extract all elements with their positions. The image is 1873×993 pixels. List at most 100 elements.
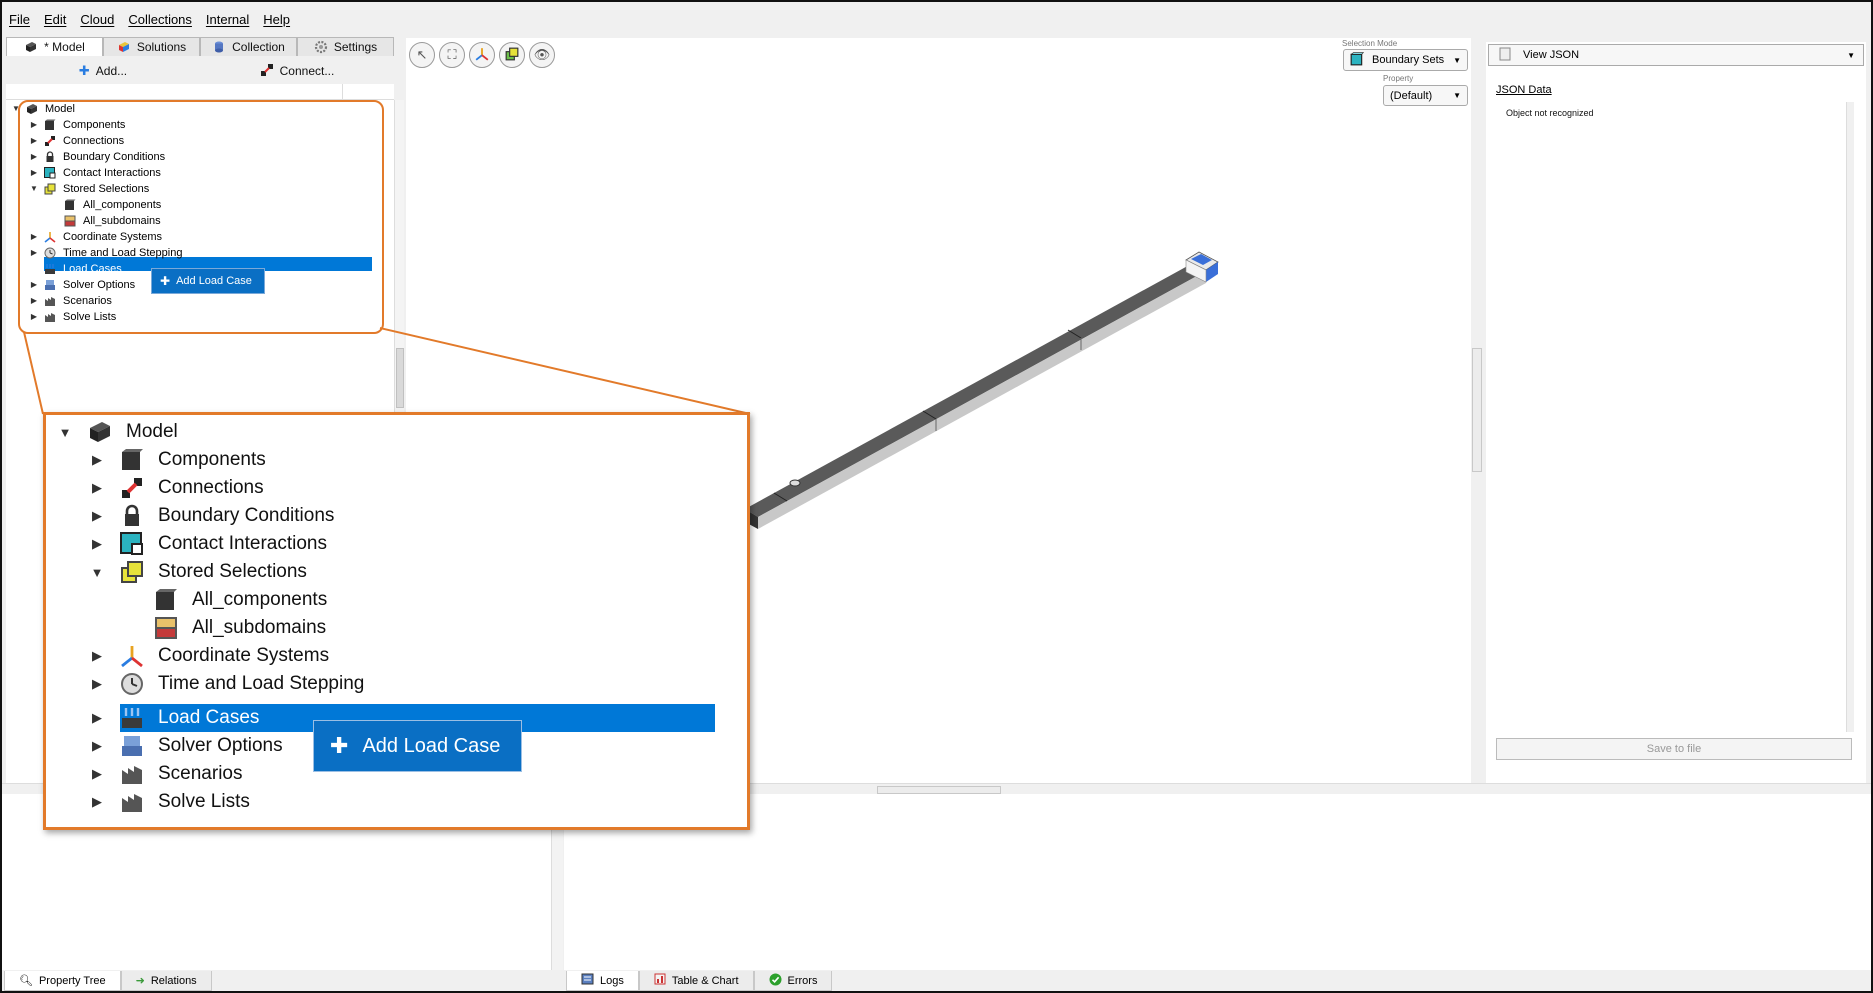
axes-view-button[interactable] [469, 42, 495, 68]
zoom-tree-row-stored-selections[interactable]: ▼ Stored Selections [90, 558, 307, 586]
collapsed-arrow-icon: ▶ [92, 676, 102, 691]
solver-options-icon [120, 734, 144, 758]
app-window: File Edit Cloud Collections Internal Hel… [0, 0, 1873, 993]
save-to-file-button[interactable]: Save to file [1496, 738, 1852, 760]
json-data-view[interactable] [1496, 102, 1846, 732]
zoom-tree-row-solver-options[interactable]: ▶ Solver Options [90, 732, 283, 760]
selection-mode-label: Selection Mode [1342, 39, 1398, 48]
json-scrollbar[interactable] [1846, 102, 1854, 732]
tab-relations[interactable]: ➜ Relations [120, 971, 212, 991]
fit-view-icon: ⛶ [447, 47, 457, 62]
zoom-tree-row-boundary-conditions[interactable]: ▶ Boundary Conditions [90, 502, 334, 530]
zoom-tree-row-model[interactable]: ▼ Model [58, 418, 178, 446]
cross-cursor-icon: ✚ [330, 733, 349, 758]
tab-model[interactable]: * Model [6, 37, 103, 56]
logs-panel [564, 794, 1871, 970]
tab-settings[interactable]: Settings [297, 37, 394, 56]
subdomains-icon [154, 616, 178, 640]
collapsed-arrow-icon: ▶ [92, 766, 102, 781]
components-icon [120, 448, 144, 472]
collapsed-arrow-icon: ▶ [92, 738, 102, 753]
collapsed-arrow-icon: ▶ [92, 508, 102, 523]
menu-edit[interactable]: Edit [44, 12, 66, 34]
tab-logs[interactable]: Logs [566, 971, 639, 991]
zoom-context-menu-add-load-case[interactable]: ✚ Add Load Case [313, 720, 522, 772]
collection-icon [212, 40, 226, 54]
tab-collection[interactable]: Collection [200, 37, 297, 56]
zoom-tree-row-coordinate-systems[interactable]: ▶ Coordinate Systems [90, 642, 329, 670]
zoom-tree-row-all-components[interactable]: All_components [154, 586, 327, 614]
viewport-toolbar: ↖ ⛶ 👁 [409, 42, 555, 68]
view-json-dropdown[interactable]: View JSON ▼ [1488, 44, 1864, 66]
chevron-down-icon: ▼ [1847, 50, 1855, 60]
bottom-left-tabs: 🔍︎ Property Tree ➜ Relations [4, 971, 212, 991]
json-message: Object not recognized [1506, 108, 1594, 118]
zoom-tree-row-load-cases[interactable]: ▶ Load Cases [90, 704, 259, 732]
check-circle-icon [769, 973, 782, 989]
connect-icon [260, 63, 274, 80]
plus-icon: ✚ [78, 63, 90, 78]
coordinate-axes-icon [475, 47, 489, 64]
lock-icon [120, 504, 144, 528]
callout-highlight-box [18, 100, 384, 334]
logs-icon [581, 973, 594, 988]
load-cases-icon [120, 706, 144, 730]
model-icon [24, 40, 38, 54]
chevron-down-icon: ▼ [1453, 55, 1461, 65]
model-icon [88, 420, 112, 444]
arrow-right-icon: ➜ [135, 975, 145, 987]
gear-icon [314, 40, 328, 54]
connections-icon [120, 476, 144, 500]
components-icon [154, 588, 178, 612]
zoom-tree-row-components[interactable]: ▶ Components [90, 446, 266, 474]
contact-interactions-icon [120, 532, 144, 556]
tab-errors[interactable]: Errors [753, 971, 833, 991]
layers-button[interactable] [499, 42, 525, 68]
add-button[interactable]: ✚ Add... [6, 60, 200, 82]
visibility-button[interactable]: 👁 [529, 42, 555, 68]
menu-internal[interactable]: Internal [206, 12, 249, 34]
stored-selections-icon [120, 560, 144, 584]
tab-table-chart[interactable]: Table & Chart [638, 971, 754, 991]
tab-solutions[interactable]: Solutions [103, 37, 200, 56]
expanded-arrow-icon: ▼ [90, 564, 104, 580]
menu-cloud[interactable]: Cloud [80, 12, 114, 34]
fit-view-button[interactable]: ⛶ [439, 42, 465, 68]
pointer-icon: ↖ [416, 47, 428, 62]
eye-icon: 👁 [533, 47, 551, 62]
zoom-tree-row-scenarios[interactable]: ▶ Scenarios [90, 760, 243, 788]
menu-bar: File Edit Cloud Collections Internal Hel… [2, 12, 290, 34]
collapsed-arrow-icon: ▶ [92, 480, 102, 495]
zoom-tree-row-all-subdomains[interactable]: All_subdomains [154, 614, 326, 642]
collapsed-arrow-icon: ▶ [92, 710, 102, 725]
tree-actions: ✚ Add... Connect... [6, 60, 394, 82]
chevron-down-icon: ▼ [1453, 91, 1461, 100]
menu-collections[interactable]: Collections [128, 12, 192, 34]
layers-icon [505, 47, 519, 64]
boundary-sets-icon [1350, 51, 1365, 69]
document-icon [1499, 47, 1511, 64]
clock-icon [120, 672, 144, 696]
menu-help[interactable]: Help [263, 12, 290, 34]
zoom-tree-row-solve-lists[interactable]: ▶ Solve Lists [90, 788, 250, 816]
selection-mode-dropdown[interactable]: Boundary Sets ▼ [1343, 49, 1468, 71]
zoom-tree-row-time-load-stepping[interactable]: ▶ Time and Load Stepping [90, 670, 364, 698]
collapsed-arrow-icon: ▶ [92, 794, 102, 809]
property-dropdown[interactable]: (Default) ▼ [1383, 85, 1468, 106]
vertical-splitter[interactable] [1471, 38, 1483, 783]
zoomed-tree-callout: ▼ Model ▶ Components ▶ Connections ▶ Bou… [43, 412, 750, 830]
connect-button[interactable]: Connect... [200, 60, 394, 82]
json-data-label: JSON Data [1496, 84, 1552, 96]
select-pointer-button[interactable]: ↖ [409, 42, 435, 68]
zoom-tree-row-connections[interactable]: ▶ Connections [90, 474, 264, 502]
collapsed-arrow-icon: ▶ [92, 536, 102, 551]
menu-file[interactable]: File [9, 12, 30, 34]
collapsed-arrow-icon: ▶ [92, 452, 102, 467]
coordinate-axes-icon [120, 644, 144, 668]
tree-header [6, 84, 394, 100]
bottom-right-tabs: Logs Table & Chart Errors [566, 971, 833, 991]
tab-property-tree[interactable]: 🔍︎ Property Tree [4, 971, 121, 991]
solutions-icon [117, 40, 131, 54]
zoom-tree-row-contact-interactions[interactable]: ▶ Contact Interactions [90, 530, 327, 558]
search-icon: 🔍︎ [19, 975, 33, 987]
